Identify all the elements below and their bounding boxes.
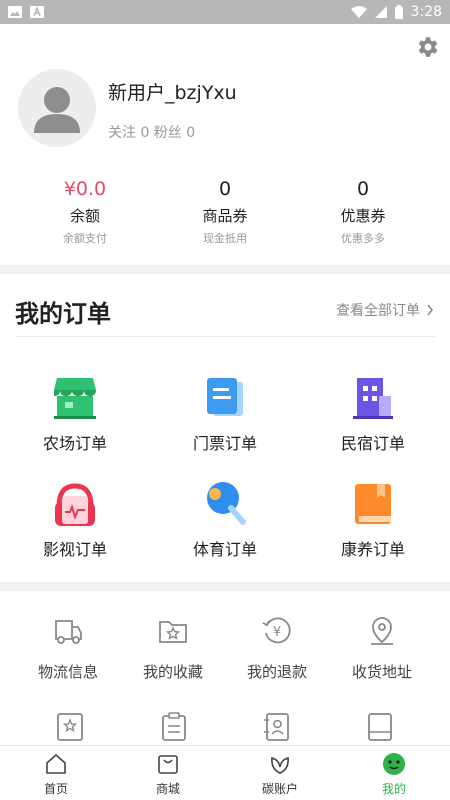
notebook-icon[interactable] bbox=[366, 712, 394, 742]
chevron-right-icon bbox=[427, 304, 433, 316]
battery-icon bbox=[394, 5, 403, 19]
bag-icon bbox=[158, 755, 178, 774]
shop-icon bbox=[54, 378, 96, 419]
order-wellness-label: 康养订单 bbox=[340, 540, 405, 559]
gear-icon[interactable] bbox=[414, 34, 440, 60]
tab-mine-label: 我的 bbox=[381, 782, 406, 796]
book-icon bbox=[355, 484, 391, 524]
favorite-folder-icon bbox=[159, 621, 187, 643]
balance-sub: 余额支付 bbox=[63, 232, 107, 245]
svg-text:¥: ¥ bbox=[273, 625, 281, 640]
ping-pong-icon bbox=[207, 482, 246, 525]
order-farm[interactable]: 农场订单 bbox=[0, 374, 150, 454]
order-sports-label: 体育订单 bbox=[192, 540, 257, 559]
ticket-icon bbox=[207, 378, 243, 416]
service-address-label: 收货地址 bbox=[351, 663, 412, 681]
service-logistics-label: 物流信息 bbox=[37, 663, 98, 681]
orders-title: 我的订单 bbox=[15, 300, 111, 328]
default-user-icon bbox=[34, 87, 80, 133]
clipboard-icon[interactable] bbox=[160, 712, 188, 742]
username[interactable]: 新用户_bzjYxu bbox=[108, 78, 237, 105]
wifi-icon bbox=[350, 6, 367, 18]
status-time: 3:28 bbox=[410, 4, 442, 20]
service-logistics[interactable]: 物流信息 bbox=[12, 615, 124, 682]
tab-mine[interactable]: 我的 bbox=[338, 752, 450, 797]
order-ticket[interactable]: 门票订单 bbox=[150, 374, 300, 454]
order-sports[interactable]: 体育订单 bbox=[150, 480, 300, 560]
goods-voucher-stat[interactable]: 0 商品券 现金抵用 bbox=[150, 176, 300, 246]
orders-divider bbox=[15, 336, 435, 337]
section-divider-2 bbox=[0, 582, 450, 591]
truck-icon bbox=[55, 620, 82, 644]
signal-icon bbox=[374, 6, 387, 18]
avatar[interactable] bbox=[18, 69, 96, 147]
smiley-icon bbox=[383, 753, 405, 775]
balance-value: ¥0.0 bbox=[63, 178, 107, 200]
wallet-stats: ¥0.0 余额 余额支付 0 商品券 现金抵用 0 优惠券 优惠多多 bbox=[0, 176, 450, 250]
tab-mall[interactable]: 商城 bbox=[112, 752, 224, 797]
tab-mall-label: 商城 bbox=[155, 782, 180, 796]
coupon-label: 优惠券 bbox=[340, 207, 386, 225]
coupon-stat[interactable]: 0 优惠券 优惠多多 bbox=[288, 176, 438, 246]
order-homestay[interactable]: 民宿订单 bbox=[298, 374, 448, 454]
service-refund-label: 我的退款 bbox=[246, 663, 307, 681]
rating-card-icon[interactable] bbox=[56, 712, 84, 742]
tab-home[interactable]: 首页 bbox=[0, 752, 112, 797]
service-refund[interactable]: ¥ 我的退款 bbox=[221, 615, 333, 682]
contacts-icon[interactable] bbox=[263, 712, 291, 742]
order-homestay-label: 民宿订单 bbox=[340, 434, 405, 453]
order-ticket-label: 门票订单 bbox=[192, 434, 257, 453]
home-icon bbox=[46, 753, 66, 774]
status-bar: 3:28 bbox=[0, 0, 450, 24]
view-all-orders-label: 查看全部订单 bbox=[336, 303, 420, 319]
order-wellness[interactable]: 康养订单 bbox=[298, 480, 448, 560]
order-film[interactable]: 影视订单 bbox=[0, 480, 150, 560]
view-all-orders-link[interactable]: 查看全部订单 bbox=[336, 300, 434, 320]
coupon-value: 0 bbox=[356, 178, 370, 200]
goods-voucher-value: 0 bbox=[218, 178, 232, 200]
location-icon bbox=[371, 617, 393, 645]
leaf-icon bbox=[271, 756, 289, 774]
section-divider bbox=[0, 265, 450, 274]
coupon-sub: 优惠多多 bbox=[341, 232, 385, 245]
service-favorites-label: 我的收藏 bbox=[142, 663, 203, 681]
headphones-icon bbox=[55, 483, 95, 526]
goods-voucher-sub: 现金抵用 bbox=[203, 232, 247, 245]
refund-icon: ¥ bbox=[262, 617, 291, 644]
image-notification-icon bbox=[8, 6, 22, 18]
service-favorites[interactable]: 我的收藏 bbox=[117, 615, 229, 682]
building-icon bbox=[353, 378, 393, 419]
tab-home-label: 首页 bbox=[43, 782, 68, 796]
service-address[interactable]: 收货地址 bbox=[326, 615, 438, 682]
order-film-label: 影视订单 bbox=[42, 540, 107, 559]
goods-voucher-label: 商品券 bbox=[202, 207, 248, 225]
tab-carbon[interactable]: 碳账户 bbox=[224, 752, 336, 797]
balance-label: 余额 bbox=[69, 207, 100, 225]
follow-stats[interactable]: 关注 0 粉丝 0 bbox=[108, 122, 195, 142]
bottom-tab-bar: 首页 商城 碳账户 我的 bbox=[0, 745, 450, 800]
font-notification-icon bbox=[30, 6, 44, 18]
tab-carbon-label: 碳账户 bbox=[261, 782, 298, 796]
order-farm-label: 农场订单 bbox=[42, 434, 107, 453]
balance-stat[interactable]: ¥0.0 余额 余额支付 bbox=[10, 176, 160, 246]
